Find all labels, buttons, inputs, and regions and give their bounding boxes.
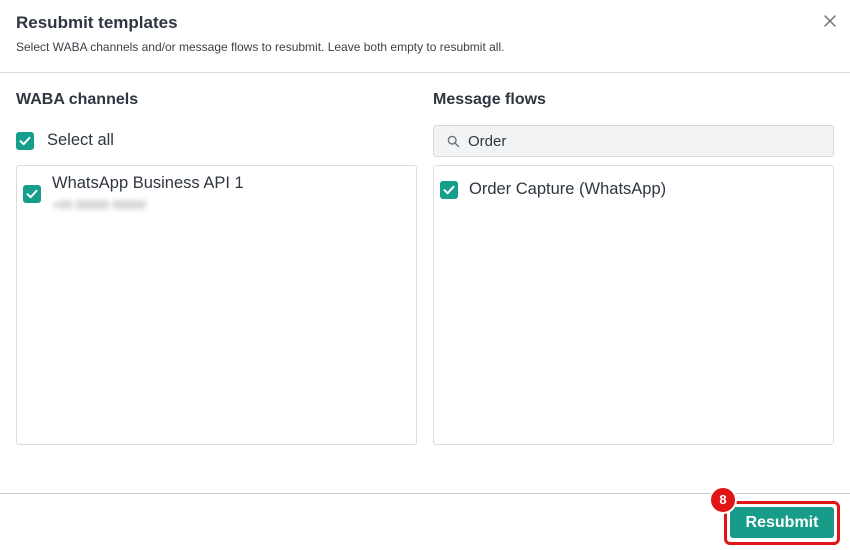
flow-search-input[interactable] [468, 131, 818, 151]
checkbox-checked-icon [23, 185, 41, 203]
search-icon [447, 135, 460, 148]
flow-name: Order Capture (WhatsApp) [469, 180, 667, 198]
close-button[interactable] [820, 11, 840, 31]
flow-search-box [433, 125, 834, 157]
waba-channels-list: WhatsApp Business API 1 +00 00000 00000 [16, 165, 417, 445]
channel-item[interactable]: WhatsApp Business API 1 +00 00000 00000 [23, 174, 403, 214]
resubmit-templates-dialog: Resubmit templates Select WABA channels … [0, 0, 850, 550]
channel-name: WhatsApp Business API 1 [52, 174, 244, 192]
close-icon [824, 15, 836, 27]
resubmit-button[interactable]: Resubmit [730, 507, 834, 538]
dialog-subtitle: Select WABA channels and/or message flow… [16, 40, 505, 54]
select-all-checkbox[interactable]: Select all [16, 131, 136, 151]
select-all-label: Select all [47, 131, 114, 149]
channel-phone-number: +00 00000 00000 [52, 198, 146, 212]
dialog-header: Resubmit templates Select WABA channels … [0, 0, 850, 73]
message-flows-list: Order Capture (WhatsApp) [433, 165, 834, 445]
checkbox-checked-icon [440, 181, 458, 199]
waba-channels-heading: WABA channels [16, 91, 139, 108]
flow-item[interactable]: Order Capture (WhatsApp) [440, 180, 820, 204]
dialog-title: Resubmit templates [16, 13, 178, 32]
step-number-badge: 8 [709, 486, 737, 514]
message-flows-heading: Message flows [433, 91, 546, 108]
checkbox-checked-icon [16, 132, 34, 150]
